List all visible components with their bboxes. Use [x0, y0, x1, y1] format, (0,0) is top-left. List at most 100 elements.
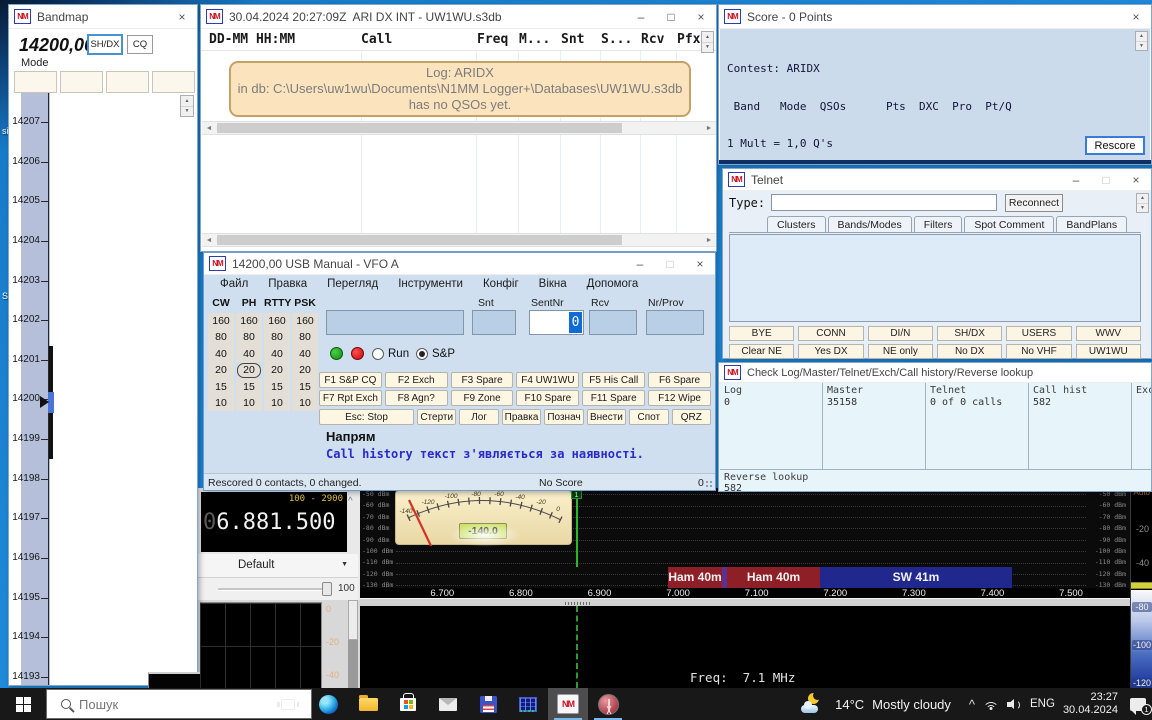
sdr-volume-slider[interactable]: 100 [198, 578, 358, 600]
menu-item[interactable]: Інструменти [388, 277, 473, 293]
telnet-button[interactable]: NE only [868, 344, 933, 359]
band-column-ph[interactable]: 1608040201510 [236, 313, 262, 411]
check-pane[interactable]: Master 35158 [823, 383, 926, 469]
frequency-tick[interactable]: 14204 [13, 222, 49, 262]
band-cell[interactable]: 20 [208, 362, 234, 378]
band-cell[interactable]: 40 [292, 346, 318, 362]
fkey-button[interactable]: F10 Spare [516, 390, 579, 406]
frequency-tick[interactable]: 14198 [13, 460, 49, 500]
maximize-icon[interactable]: □ [656, 5, 686, 28]
telnet-output-area[interactable] [729, 234, 1141, 322]
action-button[interactable]: Правка [502, 409, 541, 425]
action-button[interactable]: Esc: Stop [319, 409, 414, 425]
spreadsheet-button[interactable] [508, 688, 548, 720]
score-spinner[interactable] [1135, 31, 1148, 51]
tab-clusters[interactable]: Clusters [767, 216, 826, 232]
splitter-grip[interactable] [565, 602, 591, 605]
frequency-tick[interactable]: 14197 [13, 499, 49, 539]
telnet-button[interactable]: WWV [1076, 326, 1141, 341]
telnet-button[interactable]: CONN [798, 326, 863, 341]
rcv-field[interactable] [589, 310, 637, 335]
rescore-button[interactable]: Rescore [1085, 136, 1145, 155]
column-header[interactable]: Snt [561, 32, 584, 47]
check-pane[interactable]: Excha [1132, 383, 1152, 469]
fkey-button[interactable]: F2 Exch [385, 372, 448, 388]
check-pane[interactable]: Telnet 0 of 0 calls [926, 383, 1029, 469]
titlebar[interactable]: NM Bandmap × [9, 5, 197, 29]
action-button[interactable]: Внести [587, 409, 626, 425]
tuning-marker-line[interactable] [576, 499, 578, 567]
action-button[interactable]: Познач [544, 409, 583, 425]
minimize-icon[interactable]: – [625, 253, 655, 274]
bandmap-mode-box[interactable] [106, 71, 149, 93]
store-button[interactable] [388, 688, 428, 720]
mini-chart-scrollbar-track[interactable] [348, 640, 358, 688]
band-cell[interactable]: 80 [264, 329, 290, 345]
band-cell[interactable]: 15 [292, 379, 318, 395]
fkey-button[interactable]: F6 Spare [648, 372, 711, 388]
fkey-button[interactable]: F8 Agn? [385, 390, 448, 406]
fkey-button[interactable]: F1 S&P CQ [319, 372, 382, 388]
column-header[interactable]: Pfx [677, 32, 700, 47]
fkey-button[interactable]: F11 Spare [582, 390, 645, 406]
band-cell[interactable]: 10 [264, 395, 290, 411]
column-header[interactable]: Freq [477, 32, 508, 47]
bandmap-mode-box[interactable] [152, 71, 195, 93]
telnet-button[interactable]: UW1WU [1076, 344, 1141, 359]
frequency-scale[interactable]: 1420714206142051420414203142021420114200… [13, 103, 49, 686]
level-threshold-marker[interactable] [1131, 582, 1152, 589]
band-segment[interactable]: SW 41m [820, 567, 1012, 588]
horizontal-scrollbar[interactable] [202, 233, 716, 247]
sentnr-field[interactable]: 0 [529, 310, 584, 335]
titlebar[interactable]: NM Score - 0 Points × [719, 5, 1151, 29]
reconnect-button[interactable]: Reconnect [1005, 194, 1063, 212]
frequency-tick[interactable]: 14194 [13, 618, 49, 658]
telnet-button[interactable]: DI/N [868, 326, 933, 341]
spectrum-waterfall-splitter[interactable] [360, 598, 1130, 606]
zoom-spinner[interactable] [180, 95, 194, 117]
file-explorer-button[interactable] [348, 688, 388, 720]
task-view-button[interactable] [268, 688, 308, 720]
fkey-button[interactable]: F5 His Call [582, 372, 645, 388]
column-header[interactable]: S... [601, 32, 632, 47]
close-icon[interactable]: × [167, 5, 197, 28]
tab-filters[interactable]: Filters [914, 216, 963, 232]
horizontal-scrollbar[interactable] [202, 121, 716, 135]
logger-button[interactable] [468, 688, 508, 720]
telnet-button[interactable]: BYE [729, 326, 794, 341]
band-cell[interactable]: 80 [208, 329, 234, 345]
fkey-button[interactable]: F9 Zone [451, 390, 514, 406]
resize-grip[interactable] [705, 480, 713, 488]
fkey-button[interactable]: F12 Wipe [648, 390, 711, 406]
band-cell[interactable]: 20 [236, 362, 262, 378]
snt-field[interactable] [472, 310, 516, 335]
band-cell[interactable]: 80 [236, 329, 262, 345]
frequency-tick[interactable]: 14202 [13, 301, 49, 341]
weather-temperature[interactable]: 14°C [835, 697, 864, 712]
weather-condition[interactable]: Mostly cloudy [872, 697, 951, 712]
titlebar[interactable]: NM Check Log/Master/Telnet/Exch/Call his… [719, 363, 1151, 383]
band-cell[interactable]: 160 [264, 313, 290, 329]
slider-track[interactable] [218, 588, 330, 591]
column-header[interactable]: M... [519, 32, 550, 47]
menu-item[interactable]: Вікна [529, 277, 577, 293]
sdr-taskbar-button[interactable] [588, 688, 628, 720]
action-button[interactable]: Стерти [417, 409, 456, 425]
band-cell[interactable]: 15 [236, 379, 262, 395]
band-cell[interactable]: 40 [264, 346, 290, 362]
sp-radio-label[interactable]: S&P [432, 348, 455, 360]
action-button[interactable]: QRZ [672, 409, 711, 425]
language-indicator[interactable]: ENG [1030, 698, 1055, 710]
frequency-tick[interactable]: 14205 [13, 182, 49, 222]
scrollbar-thumb[interactable] [217, 123, 622, 133]
cq-button[interactable]: CQ [127, 35, 153, 54]
menu-item[interactable]: Перегляд [317, 277, 388, 293]
column-header[interactable]: DD-MM HH:MM [209, 32, 295, 47]
shdx-button[interactable]: SH/DX [87, 34, 123, 55]
frequency-tick[interactable]: 14207 [13, 103, 49, 143]
scroll-right-icon[interactable] [702, 122, 716, 134]
sp-radio[interactable] [416, 348, 428, 360]
frequency-tick[interactable]: 14203 [13, 262, 49, 302]
band-segment[interactable]: Ham 40m [727, 567, 820, 588]
scroll-left-icon[interactable] [202, 122, 216, 134]
